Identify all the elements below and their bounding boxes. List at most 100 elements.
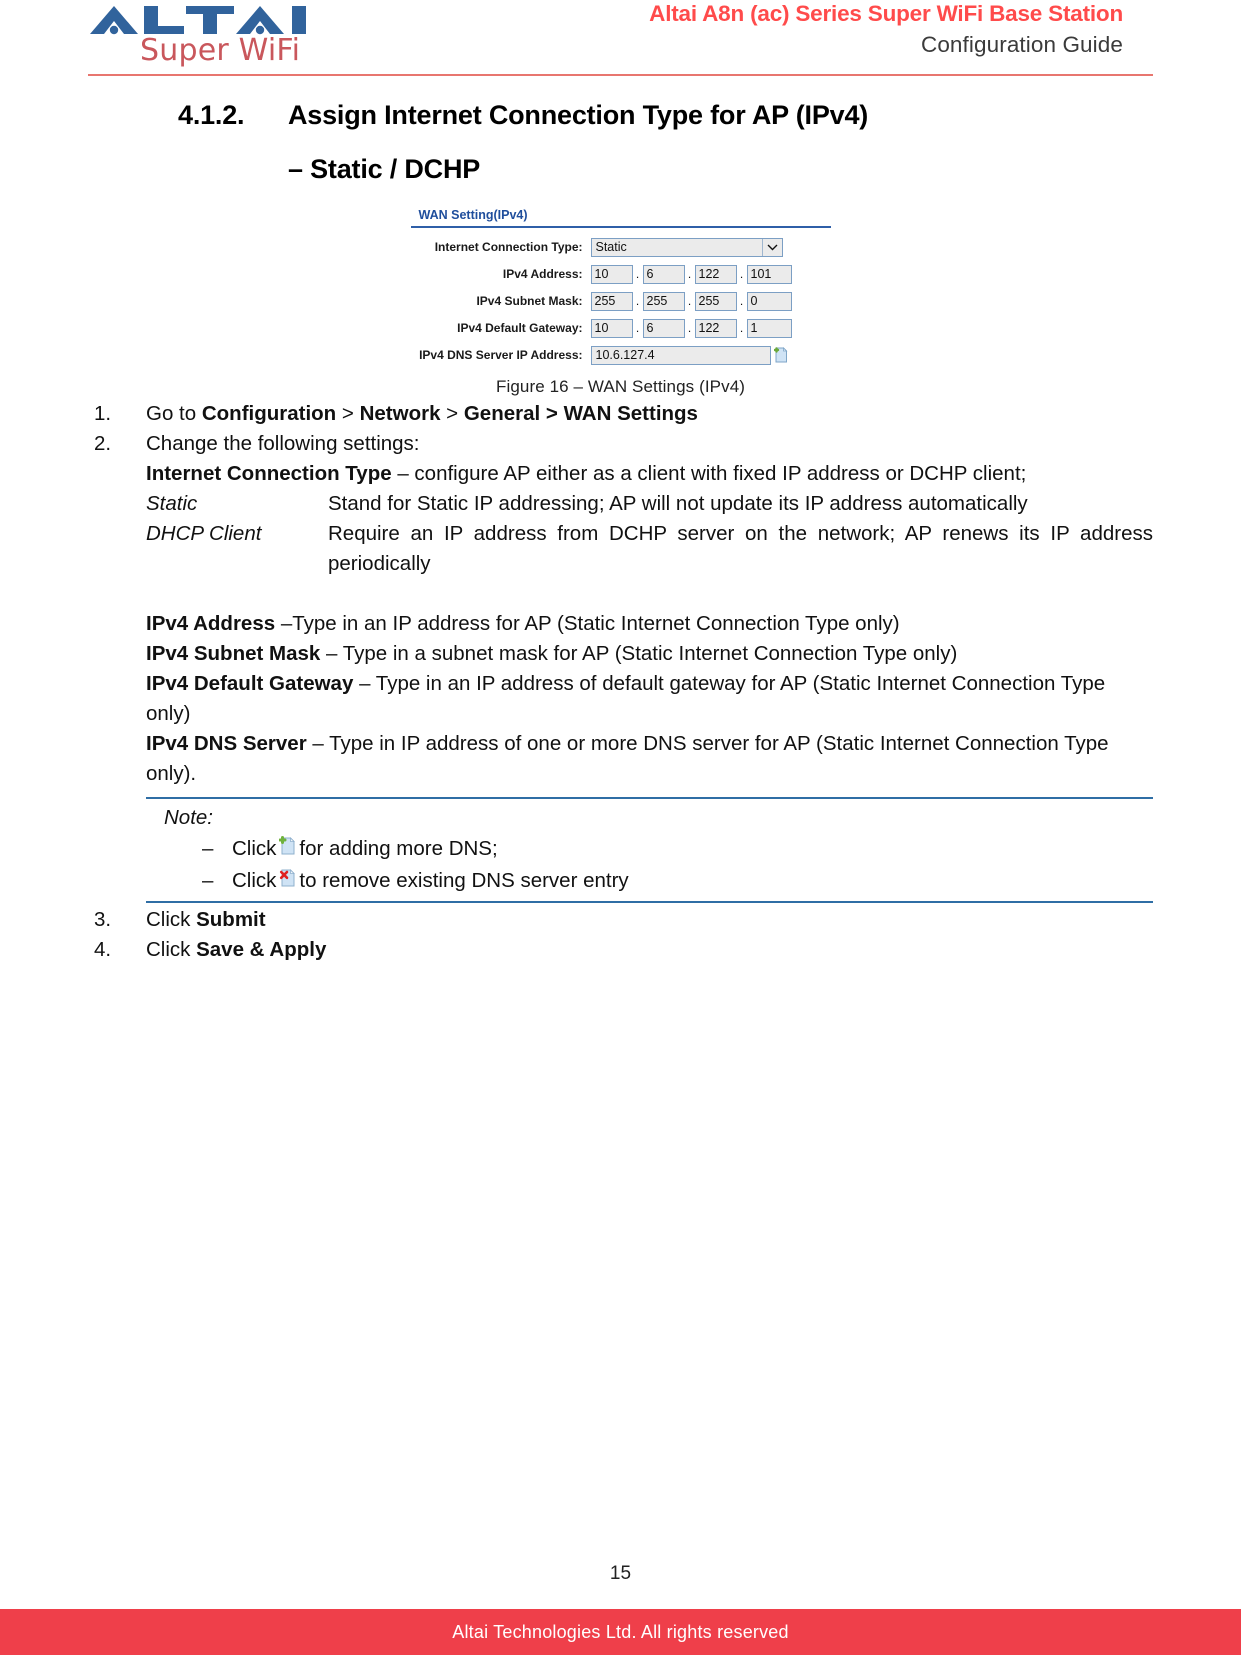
ipv4-gateway-octet-2[interactable]: 6	[642, 318, 685, 338]
octet-separator: .	[687, 266, 692, 281]
ipv4-gateway-octet-1[interactable]: 10	[590, 318, 633, 338]
term-ipv4-dns-server: IPv4 DNS Server	[146, 732, 307, 755]
step-1-sep-1: >	[336, 402, 360, 425]
term-static: Static	[146, 492, 198, 515]
definition-row-dhcp-client: DHCP Client Require an IP address from D…	[146, 519, 1153, 579]
octet-separator: .	[739, 293, 744, 308]
ipv4-dns-server-input[interactable]: 10.6.127.4	[590, 345, 771, 365]
section-heading-text: Assign Internet Connection Type for AP (…	[288, 100, 869, 130]
wan-panel-title: WAN Setting(IPv4)	[418, 208, 528, 222]
octet-separator: .	[687, 293, 692, 308]
figure-caption: Figure 16 – WAN Settings (IPv4)	[495, 377, 746, 396]
label-ipv4-default-gateway: IPv4 Default Gateway:	[457, 321, 583, 335]
ipv4-gateway-octet-3[interactable]: 122	[694, 318, 737, 338]
step-item-3: 3. Click Submit	[88, 905, 1153, 935]
ipv4-address-octet-1[interactable]: 10	[590, 264, 633, 284]
desc-internet-connection-type: – configure AP either as a client with f…	[391, 462, 1027, 485]
note-add-before-text: Click	[232, 837, 277, 860]
desc-ipv4-address: –Type in an IP address for AP (Static In…	[275, 612, 900, 635]
note-bullet-dash: –	[202, 869, 214, 892]
note-box: Note: – Click for adding more DNS; – Cli…	[146, 797, 1153, 903]
step-1-sep-2: >	[440, 402, 464, 425]
field-area-ipv4-dns-server: 10.6.127.4	[590, 345, 788, 365]
page-content: 4.1.2. Assign Internet Connection Type fo…	[0, 78, 1241, 965]
step-3-bold-submit: Submit	[196, 908, 266, 931]
ipv4-subnet-octet-2[interactable]: 255	[642, 291, 685, 311]
internet-connection-type-value: Static	[595, 240, 627, 254]
ipv4-address-octet-4[interactable]: 101	[746, 264, 792, 284]
step-2-text: Change the following settings:	[146, 432, 420, 455]
header-titles: Altai A8n (ac) Series Super WiFi Base St…	[649, 0, 1123, 60]
octet-separator: .	[739, 320, 744, 335]
document-subtitle: Configuration Guide	[920, 32, 1123, 57]
term-ipv4-default-gateway: IPv4 Default Gateway	[146, 672, 354, 695]
label-ipv4-subnet-mask: IPv4 Subnet Mask:	[476, 294, 583, 308]
step-item-2: 2. Change the following settings: Intern…	[88, 429, 1153, 903]
step-number-1: 1.	[94, 402, 112, 425]
term-internet-connection-type: Internet Connection Type	[146, 462, 392, 485]
step-item-4: 4. Click Save & Apply	[88, 935, 1153, 965]
note-remove-after-text: to remove existing DNS server entry	[299, 869, 629, 892]
document-product-title: Altai A8n (ac) Series Super WiFi Base St…	[649, 1, 1123, 26]
ipv4-subnet-octet-4[interactable]: 0	[746, 291, 792, 311]
label-ipv4-address: IPv4 Address:	[502, 267, 583, 281]
altai-logo-subtext: Super WiFi	[140, 33, 301, 68]
desc-ipv4-subnet-mask: – Type in a subnet mask for AP (Static I…	[320, 642, 958, 665]
section-subheading-text: – Static / DCHP	[288, 154, 481, 184]
step-1-bold-wan-settings: General > WAN Settings	[463, 402, 698, 425]
definition-row-static: Static Stand for Static IP addressing; A…	[146, 489, 1153, 519]
add-dns-icon[interactable]	[278, 833, 296, 855]
octet-separator: .	[635, 293, 640, 308]
label-ipv4-dns-server: IPv4 DNS Server IP Address:	[419, 348, 583, 362]
remove-dns-icon[interactable]	[279, 865, 296, 887]
note-title: Note:	[164, 806, 213, 829]
definition-ipv4-default-gateway: IPv4 Default Gateway – Type in an IP add…	[146, 669, 1153, 729]
ipv4-address-octet-3[interactable]: 122	[694, 264, 737, 284]
note-bullet-dash: –	[202, 837, 214, 860]
ipv4-gateway-octet-4[interactable]: 1	[746, 318, 792, 338]
field-area-ipv4-address: 10 . 6 . 122 . 101	[590, 264, 792, 284]
footer-bar: Altai Technologies Ltd. All rights reser…	[0, 1609, 1241, 1655]
instruction-steps: 1. Go to Configuration > Network > Gener…	[88, 399, 1153, 903]
step-4-prefix: Click	[146, 938, 197, 961]
term-dhcp-client: DHCP Client	[146, 522, 262, 545]
wan-settings-panel: WAN Setting(IPv4) Internet Connection Ty…	[410, 208, 831, 371]
note-add-after-text: for adding more DNS;	[299, 837, 498, 860]
octet-separator: .	[635, 320, 640, 335]
definition-ipv4-address: IPv4 Address –Type in an IP address for …	[146, 609, 1153, 639]
label-internet-connection-type: Internet Connection Type:	[434, 240, 583, 254]
step-1-prefix: Go to	[146, 402, 202, 425]
header-divider	[88, 74, 1153, 76]
instruction-steps-tail: 3. Click Submit 4. Click Save & Apply	[88, 905, 1153, 965]
ipv4-subnet-octet-3[interactable]: 255	[694, 291, 737, 311]
page-header: Super WiFi Altai A8n (ac) Series Super W…	[0, 0, 1241, 78]
term-ipv4-subnet-mask: IPv4 Subnet Mask	[146, 642, 321, 665]
step-item-1: 1. Go to Configuration > Network > Gener…	[88, 399, 1153, 429]
wan-row-ipv4-default-gateway: IPv4 Default Gateway: 10 . 6 . 122 . 1	[411, 317, 831, 339]
definition-ipv4-subnet-mask: IPv4 Subnet Mask – Type in a subnet mask…	[146, 639, 1153, 669]
wan-row-ipv4-address: IPv4 Address: 10 . 6 . 122 . 101	[411, 263, 831, 285]
octet-separator: .	[687, 320, 692, 335]
desc-static: Stand for Static IP addressing; AP will …	[328, 492, 1028, 515]
note-item-add-dns: – Click for adding more DNS;	[146, 833, 1153, 865]
figure-wan-settings: WAN Setting(IPv4) Internet Connection Ty…	[88, 208, 1153, 371]
note-remove-before-text: Click	[232, 869, 277, 892]
note-item-remove-dns: – Click to remove existing DNS server en…	[146, 865, 1153, 897]
internet-connection-type-select[interactable]: Static	[590, 237, 783, 257]
step-2-details: Internet Connection Type – configure AP …	[146, 459, 1153, 903]
octet-separator: .	[635, 266, 640, 281]
step-number-3: 3.	[94, 908, 112, 931]
step-4-bold-save-apply: Save & Apply	[196, 938, 327, 961]
add-dns-icon[interactable]	[773, 347, 788, 363]
chevron-down-icon[interactable]	[761, 238, 782, 256]
page-number: 15	[609, 1563, 632, 1584]
step-1-bold-configuration: Configuration	[201, 402, 337, 425]
field-area-ipv4-subnet-mask: 255 . 255 . 255 . 0	[590, 291, 792, 311]
ipv4-address-octet-2[interactable]: 6	[642, 264, 685, 284]
term-ipv4-address: IPv4 Address	[146, 612, 276, 635]
octet-separator: .	[739, 266, 744, 281]
ipv4-subnet-octet-1[interactable]: 255	[590, 291, 633, 311]
step-number-4: 4.	[94, 938, 112, 961]
wan-row-ipv4-dns-server: IPv4 DNS Server IP Address: 10.6.127.4	[411, 344, 831, 366]
altai-logo: Super WiFi	[88, 4, 328, 68]
